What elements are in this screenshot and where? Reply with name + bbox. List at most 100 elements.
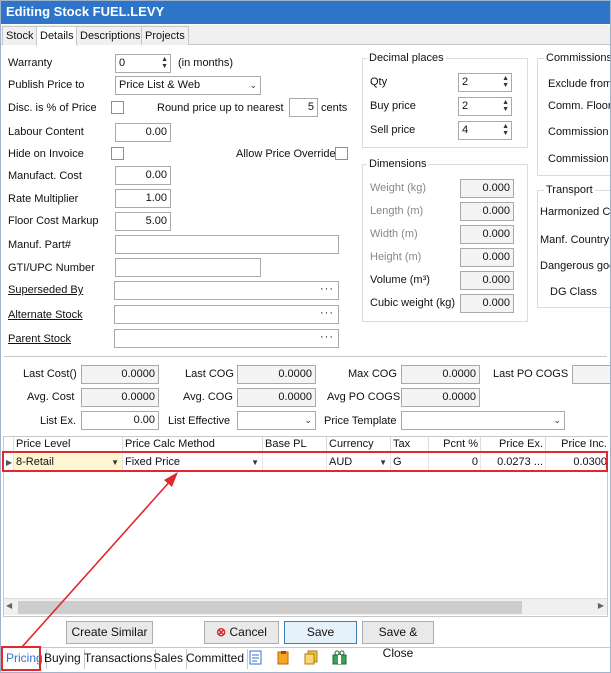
spinner-arrows-icon[interactable]: ▲ ▼	[502, 123, 509, 137]
volume-value: 0.000	[460, 271, 514, 290]
last-cog-label: Last COG	[185, 368, 234, 380]
manuf-part-input[interactable]	[115, 235, 339, 254]
col-base-pl[interactable]: Base PL	[263, 437, 327, 452]
scroll-left-icon[interactable]: ◀	[6, 601, 12, 610]
tab-projects[interactable]: Projects	[141, 26, 189, 45]
last-po-cogs-label: Last PO COGS	[493, 368, 569, 380]
manuf-part-label: Manuf. Part#	[8, 239, 71, 251]
manufact-cost-input[interactable]: 0.00	[115, 166, 171, 185]
col-price-ex[interactable]: Price Ex.	[481, 437, 546, 452]
allow-override-checkbox[interactable]	[335, 147, 348, 160]
price-template-select[interactable]: ⌄	[401, 411, 565, 430]
tab-descriptions[interactable]: Descriptions	[76, 26, 145, 45]
tab-details[interactable]: Details	[36, 26, 78, 46]
exclude-commission-label: Exclude from	[548, 78, 611, 90]
gti-upc-input[interactable]	[115, 258, 261, 277]
scroll-right-icon[interactable]: ▶	[598, 601, 604, 610]
rate-multiplier-label: Rate Multiplier	[8, 193, 79, 205]
max-cog-label: Max COG	[348, 368, 397, 380]
superseded-by-input[interactable]: ···	[114, 281, 339, 300]
spinner-arrows-icon[interactable]: ▲ ▼	[502, 75, 509, 89]
parent-stock-label[interactable]: Parent Stock	[8, 333, 71, 345]
parent-stock-input[interactable]: ···	[114, 329, 339, 348]
cancel-button[interactable]: ⊗ Cancel	[204, 621, 279, 644]
gift-icon[interactable]	[331, 650, 348, 667]
decimal-places-title: Decimal places	[367, 52, 446, 64]
last-cost-value: 0.0000	[81, 365, 159, 384]
section-divider	[4, 356, 607, 357]
floor-markup-input[interactable]: 5.00	[115, 212, 171, 231]
col-price-calc-method[interactable]: Price Calc Method	[123, 437, 263, 452]
grid-horizontal-scrollbar[interactable]: ◀ ▶	[4, 598, 607, 615]
cancel-label: Cancel	[229, 625, 267, 639]
sell-decimals-value: 4	[462, 124, 469, 136]
col-price-level[interactable]: Price Level	[14, 437, 123, 452]
floor-markup-label: Floor Cost Markup	[8, 215, 99, 227]
length-label: Length (m)	[370, 205, 424, 217]
clipboard-icon[interactable]	[275, 650, 292, 667]
list-effective-select[interactable]: ⌄	[237, 411, 316, 430]
qty-decimals-value: 2	[462, 76, 469, 88]
tab-buying[interactable]: Buying	[41, 649, 85, 669]
manufact-cost-label: Manufact. Cost	[8, 170, 82, 182]
ellipsis-icon[interactable]: ···	[320, 330, 334, 346]
warranty-unit: (in months)	[178, 57, 234, 69]
weight-input[interactable]: 0.000	[460, 179, 514, 198]
alternate-stock-label[interactable]: Alternate Stock	[8, 309, 83, 321]
chevron-down-icon: ⌄	[249, 80, 257, 90]
spinner-arrows-icon[interactable]: ▲ ▼	[502, 99, 509, 113]
sell-decimals-spinner[interactable]: 4 ▲ ▼	[458, 121, 512, 140]
row-highlight-box	[2, 451, 608, 472]
avg-cost-label: Avg. Cost	[27, 391, 75, 403]
scrollbar-thumb[interactable]	[18, 601, 522, 614]
labour-content-input[interactable]: 0.00	[115, 123, 171, 142]
dg-class-label: DG Class	[550, 286, 598, 298]
buy-decimals-value: 2	[462, 100, 469, 112]
dangerous-goods-label: Dangerous goo	[540, 260, 611, 272]
buy-decimals-spinner[interactable]: 2 ▲ ▼	[458, 97, 512, 116]
warranty-label: Warranty	[8, 57, 53, 69]
last-cog-value: 0.0000	[237, 365, 316, 384]
rate-multiplier-input[interactable]: 1.00	[115, 189, 171, 208]
col-pcnt[interactable]: Pcnt %	[429, 437, 481, 452]
hide-invoice-checkbox[interactable]	[111, 147, 124, 160]
documents-icon[interactable]	[303, 650, 320, 667]
col-tax[interactable]: Tax	[391, 437, 429, 452]
alternate-stock-input[interactable]: ···	[114, 305, 339, 324]
superseded-by-label[interactable]: Superseded By	[8, 284, 83, 296]
round-price-unit: cents	[321, 102, 348, 114]
tab-transactions[interactable]: Transactions	[81, 649, 157, 669]
publish-price-select[interactable]: Price List & Web ⌄	[115, 76, 261, 95]
avg-cog-value: 0.0000	[237, 388, 316, 407]
col-price-inc[interactable]: Price Inc.	[546, 437, 609, 452]
max-cog-value: 0.0000	[401, 365, 480, 384]
avg-cog-label: Avg. COG	[183, 391, 233, 403]
spinner-arrows-icon[interactable]: ▲ ▼	[161, 56, 168, 70]
volume-label: Volume (m³)	[370, 274, 430, 286]
last-po-cogs-value	[572, 365, 611, 384]
save-close-button[interactable]: Save & Close	[362, 621, 434, 660]
notes-icon[interactable]	[247, 650, 264, 667]
price-template-label: Price Template	[324, 415, 397, 427]
length-input[interactable]: 0.000	[460, 202, 514, 221]
ellipsis-icon[interactable]: ···	[320, 282, 334, 298]
warranty-spinner[interactable]: 0 ▲ ▼	[115, 54, 171, 73]
qty-decimals-label: Qty	[370, 76, 388, 88]
avg-cost-value: 0.0000	[81, 388, 159, 407]
width-input[interactable]: 0.000	[460, 225, 514, 244]
list-ex-input[interactable]: 0.00	[81, 411, 159, 430]
disc-pct-checkbox[interactable]	[111, 101, 124, 114]
col-currency[interactable]: Currency	[327, 437, 391, 452]
create-similar-button[interactable]: Create Similar	[66, 621, 153, 644]
ellipsis-icon[interactable]: ···	[320, 306, 334, 322]
tab-stock[interactable]: Stock	[2, 26, 38, 45]
tab-committed[interactable]: Committed	[183, 649, 249, 669]
tab-sales[interactable]: Sales	[150, 649, 188, 669]
buy-decimals-label: Buy price	[370, 100, 416, 112]
height-input[interactable]: 0.000	[460, 248, 514, 267]
transport-title: Transport	[544, 184, 595, 196]
height-label: Height (m)	[370, 251, 422, 263]
qty-decimals-spinner[interactable]: 2 ▲ ▼	[458, 73, 512, 92]
round-price-input[interactable]: 5	[289, 98, 318, 117]
save-button[interactable]: Save	[284, 621, 357, 644]
